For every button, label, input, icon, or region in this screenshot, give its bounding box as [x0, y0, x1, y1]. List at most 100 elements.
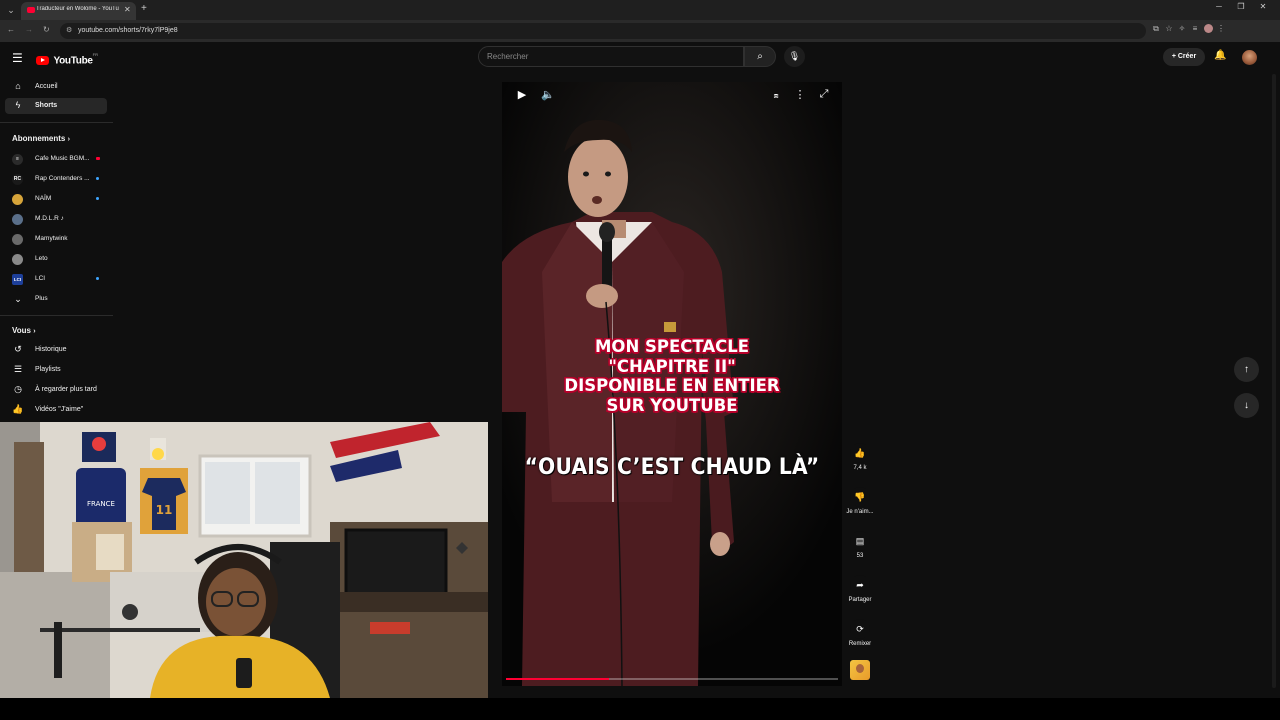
subscription-label: Plus [35, 295, 48, 302]
like-icon[interactable]: 👍 [850, 443, 870, 463]
close-window-icon[interactable]: ✕ [1252, 2, 1274, 11]
comment-count: 53 [856, 553, 864, 559]
youtube-logo[interactable]: YouTubeFR [36, 52, 98, 70]
arrow-down-icon: ↓ [1244, 400, 1249, 411]
reading-list-icon[interactable]: ≡ [1189, 24, 1201, 33]
notifications-bell-icon[interactable]: 🔔 [1214, 50, 1226, 61]
play-icon[interactable]: ▶ [514, 88, 530, 101]
minimize-icon[interactable]: ─ [1208, 2, 1230, 11]
dislike-label: Je n'aim... [846, 509, 874, 515]
channel-avatar [12, 254, 23, 265]
menu-icon[interactable]: ☰ [12, 51, 23, 65]
tab-close-icon[interactable]: ✕ [124, 5, 131, 14]
sidebar-item-shorts[interactable]: ϟ Shorts [5, 98, 107, 114]
comment-icon[interactable]: ▤ [850, 531, 870, 551]
share-action[interactable]: ➦ Partager [840, 575, 880, 603]
sidebar-item-liked-videos[interactable]: 👍 Vidéos "J'aime" [5, 402, 107, 418]
tab-list-button[interactable]: ⌄ [4, 3, 18, 17]
subscription-item[interactable]: NAÏM [5, 191, 107, 207]
chevron-down-icon: ⌄ [14, 294, 22, 304]
youtube-header: ☰ YouTubeFR Rechercher ⌕ 🎙 + Créer 🔔 [0, 42, 1280, 72]
reload-icon[interactable]: ↻ [43, 25, 50, 34]
next-short-button[interactable]: ↓ [1234, 393, 1259, 418]
search-button[interactable]: ⌕ [744, 46, 776, 67]
search-icon: ⌕ [757, 51, 763, 62]
sidebar-item-historique[interactable]: ↺ Historique [5, 342, 107, 358]
remix-action[interactable]: ⟳ Remixer [840, 619, 880, 647]
fullscreen-icon[interactable]: ⤢ [816, 88, 832, 101]
forward-icon[interactable]: → [25, 25, 33, 34]
new-content-dot-icon [96, 197, 99, 200]
subscription-item[interactable]: ≡ Cafe Music BGM... [5, 151, 107, 167]
previous-short-button[interactable]: ↑ [1234, 357, 1259, 382]
share-icon[interactable]: ➦ [850, 575, 870, 595]
subscription-item[interactable]: M.D.L.R ♪ [5, 211, 107, 227]
video-subtitle-quote: “OUAIS C’EST CHAUD LÀ” [524, 455, 820, 480]
caption-line: "CHAPITRE II" [608, 356, 736, 376]
svg-text:11: 11 [156, 503, 173, 517]
remix-icon[interactable]: ⟳ [850, 619, 870, 639]
shorts-icon: ϟ [15, 100, 21, 110]
short-video-player[interactable]: ▶ 🔈 ⧈ ⋮ ⤢ MON SPECTACLE "CHAPITRE II" DI… [502, 82, 842, 686]
video-progress-bar[interactable] [506, 678, 838, 680]
voice-search-button[interactable]: 🎙 [784, 46, 805, 67]
subscriptions-title: Abonnements [12, 134, 66, 143]
browser-tab-strip: ⌄ Traducteur en Wolome - YouTu ✕ + ─ ❐ ✕ [0, 0, 1280, 20]
subscription-item[interactable]: LCI LCI [5, 271, 107, 287]
subscription-label: M.D.L.R ♪ [35, 215, 64, 222]
liked-icon: 👍 [12, 404, 24, 414]
restore-icon[interactable]: ❐ [1230, 2, 1252, 11]
sidebar-item-plus[interactable]: ⌄ Plus [5, 291, 107, 307]
sidebar-item-watch-later[interactable]: ◷ À regarder plus tard [5, 382, 107, 398]
channel-avatar [12, 194, 23, 205]
subscription-label: Leto [35, 255, 48, 262]
watch-later-icon: ◷ [14, 384, 22, 394]
dislike-action[interactable]: 👎 Je n'aim... [840, 487, 880, 515]
caption-line: SUR YOUTUBE [606, 395, 738, 415]
bottom-bar [0, 698, 1280, 720]
search-input[interactable]: Rechercher [478, 46, 744, 67]
you-heading[interactable]: Vous › [12, 326, 36, 335]
profile-icon[interactable] [1202, 24, 1214, 34]
address-bar[interactable]: ⚙ youtube.com/shorts/7rky7lP9je8 [60, 23, 1146, 39]
sidebar-item-playlists[interactable]: ☰ Playlists [5, 362, 107, 378]
arrow-up-icon: ↑ [1244, 364, 1249, 375]
bookmark-star-icon[interactable]: ☆ [1163, 24, 1175, 33]
install-app-icon[interactable]: ⧉ [1150, 24, 1162, 34]
like-action[interactable]: 👍 7,4 k [840, 443, 880, 471]
sound-thumbnail[interactable] [850, 660, 870, 680]
extensions-icon[interactable]: ✧ [1176, 24, 1188, 33]
webcam-overlay: FRANCE 11 [0, 422, 488, 698]
dislike-icon[interactable]: 👎 [850, 487, 870, 507]
sidebar-item-label: Shorts [35, 102, 58, 109]
new-content-dot-icon [96, 177, 99, 180]
channel-avatar: LCI [12, 274, 23, 285]
subscription-item[interactable]: Leto [5, 251, 107, 267]
captions-icon[interactable]: ⧈ [768, 91, 784, 101]
browser-menu-icon[interactable]: ⋮ [1215, 24, 1227, 33]
channel-avatar [12, 214, 23, 225]
create-button[interactable]: + Créer [1163, 48, 1205, 66]
back-icon[interactable]: ← [7, 25, 15, 34]
screen: { "browser": { "tab_title": "Traducteur … [0, 0, 1280, 720]
new-tab-button[interactable]: + [141, 3, 147, 14]
site-info-icon[interactable]: ⚙ [66, 26, 72, 34]
tab-title: Traducteur en Wolome - YouTu [36, 6, 119, 12]
browser-tab-active[interactable]: Traducteur en Wolome - YouTu ✕ [21, 2, 136, 20]
comments-action[interactable]: ▤ 53 [840, 531, 880, 559]
more-options-icon[interactable]: ⋮ [792, 88, 808, 101]
sidebar-item-accueil[interactable]: ⌂ Accueil [5, 79, 107, 95]
page-scrollbar[interactable] [1270, 72, 1278, 690]
subscription-label: Rap Contenders ... [35, 175, 90, 182]
volume-icon[interactable]: 🔈 [540, 88, 556, 101]
subscription-item[interactable]: RC Rap Contenders ... [5, 171, 107, 187]
subscriptions-heading[interactable]: Abonnements › [12, 134, 70, 143]
account-avatar[interactable] [1242, 50, 1257, 65]
caption-line: MON SPECTACLE [595, 337, 749, 356]
subscription-item[interactable]: Mamytwink [5, 231, 107, 247]
youtube-logo-text: YouTube [53, 55, 93, 67]
scrollbar-thumb[interactable] [1272, 74, 1276, 688]
like-count: 7,4 k [853, 465, 867, 471]
video-progress-fill [506, 678, 609, 680]
sidebar: ⌂ Accueil ϟ Shorts Abonnements › ≡ Cafe … [0, 72, 115, 422]
